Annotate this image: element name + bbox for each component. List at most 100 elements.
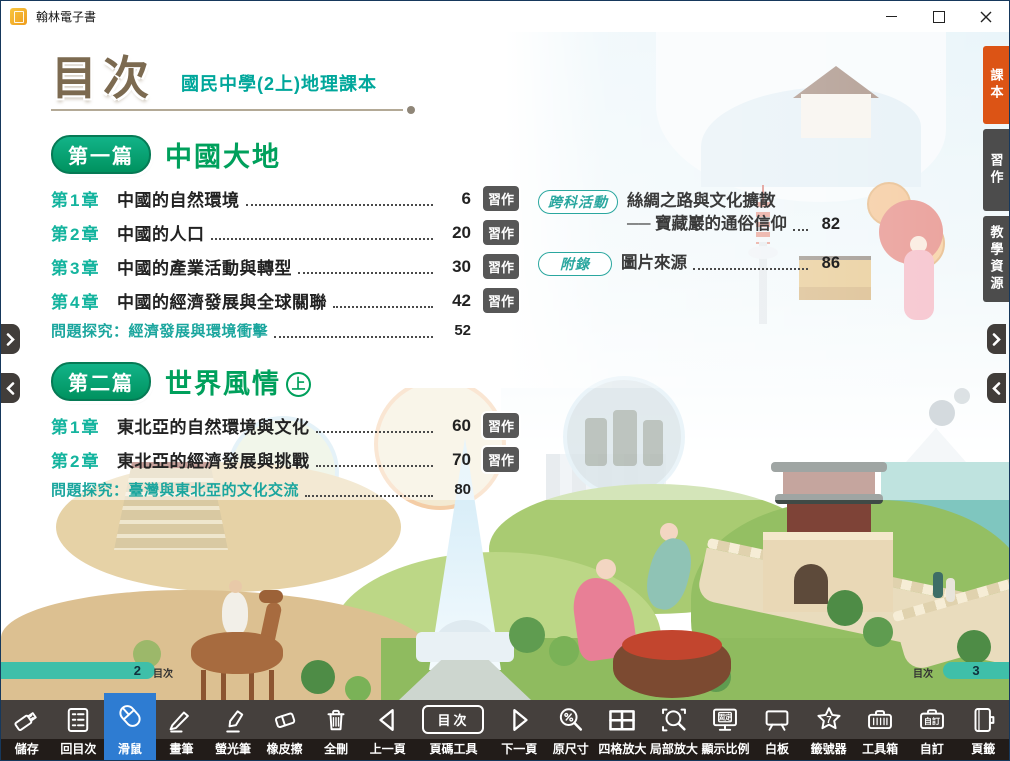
chapter-page-number: 6 <box>439 189 471 209</box>
toolbar-item-toc-list[interactable]: 回目次 <box>53 700 105 760</box>
extra-body: 圖片來源86 <box>621 252 840 275</box>
workbook-badge[interactable]: 習作 <box>483 186 519 211</box>
extra-line: ── 寶藏巖的通俗信仰82 <box>627 213 840 236</box>
toolbar-item-four-grid[interactable]: 四格放大 <box>597 700 649 760</box>
chevron-left-icon <box>992 382 1001 395</box>
toc-list-icon <box>53 700 105 739</box>
workbook-badge[interactable]: 習作 <box>483 288 519 313</box>
tree <box>345 676 371 700</box>
toolbar-item-zoom-area[interactable]: 局部放大 <box>648 700 700 760</box>
svg-text:7: 7 <box>826 715 832 726</box>
toolbar-item-label: 頁籤 <box>957 739 1009 760</box>
svg-text:自訂: 自訂 <box>924 715 940 725</box>
toc-chapter-row[interactable]: 第2章中國的人口20習作 <box>51 216 519 250</box>
page-tab-icon <box>957 700 1009 739</box>
minimize-button[interactable] <box>868 1 915 32</box>
toolbar-item-display-ratio[interactable]: 固定顯示比例 <box>700 700 752 760</box>
hiker <box>946 578 955 602</box>
toolbar-item-usb-save[interactable]: 儲存 <box>1 700 53 760</box>
workbook-badge[interactable]: 習作 <box>483 413 519 438</box>
star-number-icon: 7 <box>803 700 855 739</box>
toolbar-item-whiteboard[interactable]: 白板 <box>751 700 803 760</box>
toolbar-item-trash[interactable]: 全刪 <box>310 700 362 760</box>
toc-extra-row[interactable]: 跨科活動絲綢之路與文化擴散── 寶藏巖的通俗信仰82 <box>538 190 840 236</box>
custom-case-icon: 自訂 <box>906 700 958 739</box>
camel-leg <box>269 670 274 700</box>
toc-chapter-row[interactable]: 第4章中國的經濟發展與全球關聯42習作 <box>51 284 519 318</box>
toolbar-item-label: 顯示比例 <box>700 739 752 760</box>
toolbar-item-page-button[interactable]: 目次頁碼工具 <box>414 700 494 760</box>
toc-chapter-row[interactable]: 第2章東北亞的經濟發展與挑戰 70 習作 <box>51 443 519 477</box>
tree <box>957 630 991 664</box>
workbook-badge[interactable]: 習作 <box>483 447 519 472</box>
dots-leader <box>246 192 434 206</box>
bottom-toolbar: 儲存回目次滑鼠畫筆螢光筆橡皮擦全刪上一頁目次頁碼工具下一頁原尺寸四格放大局部放大… <box>1 700 1009 760</box>
chevron-right-icon <box>992 333 1001 346</box>
toc-chapter-row[interactable]: 第3章中國的產業活動與轉型30習作 <box>51 250 519 284</box>
section-chapter-list: 第1章東北亞的自然環境與文化60習作第2章東北亞的經濟發展與挑戰 70 習作問題探究… <box>51 409 519 503</box>
chapter-title: 東北亞的經濟發展與挑戰 <box>117 447 310 472</box>
header-divider <box>51 109 403 111</box>
toolbar-item-prev-arrow[interactable]: 上一頁 <box>362 700 414 760</box>
toolbar-item-star-number[interactable]: 7籤號器 <box>803 700 855 760</box>
right-edge-next-arrow[interactable] <box>987 324 1006 354</box>
toolbar-item-zoom-percent[interactable]: 原尺寸 <box>545 700 597 760</box>
side-tab-teaching-resources[interactable]: 教學資源 <box>983 216 1009 302</box>
maximize-button[interactable] <box>915 1 962 32</box>
close-button[interactable] <box>962 1 1009 32</box>
app-window: 翰林電子書 <box>0 0 1010 761</box>
toolbar-item-label: 白板 <box>751 739 803 760</box>
side-tab-strip: 課本 習作 教學資源 <box>983 46 1009 302</box>
toolbar-item-eraser[interactable]: 橡皮擦 <box>259 700 311 760</box>
left-edge-prev-arrow[interactable] <box>1 373 20 403</box>
toc-chapter-row[interactable]: 第1章東北亞的自然環境與文化60習作 <box>51 409 519 443</box>
chapter-number: 第3章 <box>51 254 117 279</box>
toolbar-item-label: 下一頁 <box>493 739 545 760</box>
right-edge-prev-arrow[interactable] <box>987 373 1006 403</box>
camel-leg <box>249 670 254 700</box>
extra-line: 圖片來源86 <box>621 252 840 275</box>
toc-explore-row[interactable]: 問題探究：經濟發展與環境衝擊52 <box>51 318 519 344</box>
dots-leader <box>333 294 433 308</box>
hiker <box>933 572 943 598</box>
toolbar-item-next-arrow[interactable]: 下一頁 <box>493 700 545 760</box>
page-content: 目次 國民中學(2上)地理課本 第一篇 中國大地 第1章中國的自然環境6習作第2… <box>1 32 1009 700</box>
chapter-number: 第2章 <box>51 447 117 472</box>
display-ratio-icon: 固定 <box>700 700 752 739</box>
toolbar-item-mouse[interactable]: 滑鼠 <box>104 693 156 760</box>
workbook-badge[interactable]: 習作 <box>483 254 519 279</box>
side-tab-workbook[interactable]: 習作 <box>983 129 1009 211</box>
left-edge-next-arrow[interactable] <box>1 324 20 354</box>
workbook-badge[interactable]: 習作 <box>483 220 519 245</box>
toolbar-item-page-tab[interactable]: 頁籤 <box>957 700 1009 760</box>
chapter-title: 東北亞的自然環境與文化 <box>117 413 310 438</box>
gate-tower <box>787 504 871 532</box>
extra-badge: 附錄 <box>538 252 612 276</box>
camel-rider-head <box>229 580 242 593</box>
dots-leader <box>316 453 434 467</box>
extra-text: 圖片來源 <box>621 252 687 275</box>
toc-extra-row[interactable]: 附錄圖片來源86 <box>538 252 840 276</box>
four-grid-icon <box>597 700 649 739</box>
toolbar-item-label: 回目次 <box>53 739 105 760</box>
chapter-title: 中國的自然環境 <box>117 186 240 211</box>
close-icon <box>980 11 992 23</box>
toolbar-item-toolbox[interactable]: 工具箱 <box>854 700 906 760</box>
toolbar-item-label: 橡皮擦 <box>259 739 311 760</box>
maximize-icon <box>933 11 945 23</box>
trash-icon <box>310 700 362 739</box>
next-arrow-icon <box>493 700 545 739</box>
toolbar-item-highlighter[interactable]: 螢光筆 <box>207 700 259 760</box>
zoom-percent-icon <box>545 700 597 739</box>
chapter-page-number: 70 <box>439 450 471 470</box>
toc-explore-row[interactable]: 問題探究：臺灣與東北亞的文化交流80 <box>51 477 519 503</box>
extra-line: 絲綢之路與文化擴散 <box>627 190 840 213</box>
camel <box>191 632 283 674</box>
side-tab-textbook[interactable]: 課本 <box>983 46 1009 124</box>
toc-chapter-row[interactable]: 第1章中國的自然環境6習作 <box>51 182 519 216</box>
toolbar-item-pen[interactable]: 畫筆 <box>156 700 208 760</box>
tree <box>827 590 863 626</box>
toolbar-item-custom-case[interactable]: 自訂自訂 <box>906 700 958 760</box>
monument-base <box>416 632 514 662</box>
explore-title: 問題探究：經濟發展與環境衝擊 <box>51 320 268 341</box>
